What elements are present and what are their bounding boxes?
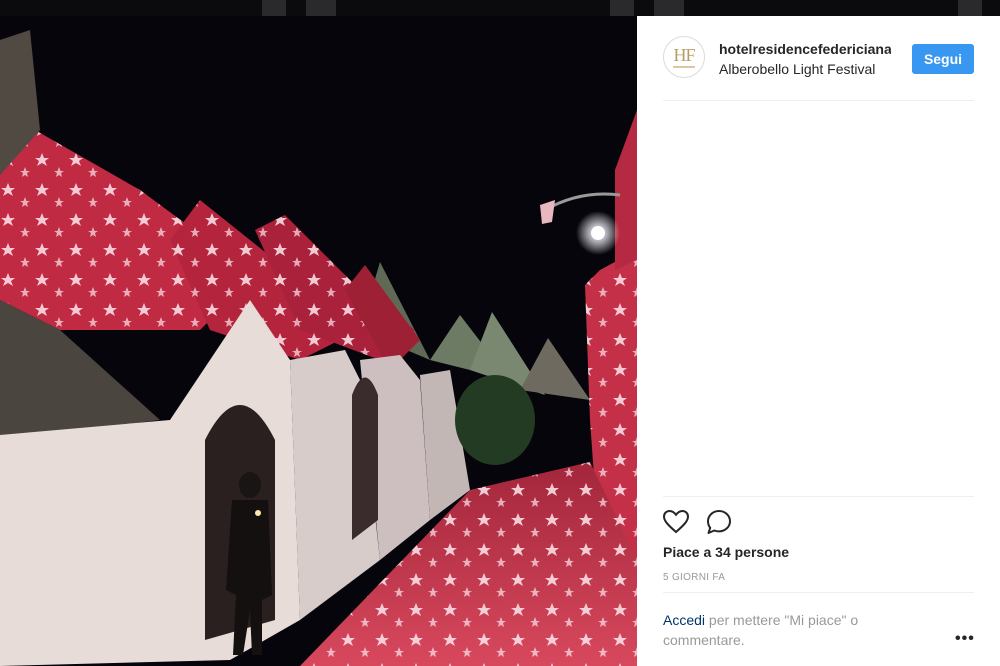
comments-divider xyxy=(663,496,974,497)
top-strip xyxy=(0,0,1000,16)
login-link[interactable]: Accedi xyxy=(663,612,705,628)
post-side-panel: HF hotelresidencefedericiana Alberobello… xyxy=(637,16,1000,666)
username-link[interactable]: hotelresidencefedericiana xyxy=(719,41,891,57)
avatar-monogram: HF xyxy=(673,45,695,65)
top-strip-glyph xyxy=(610,0,634,16)
likes-count[interactable]: Piace a 34 persone xyxy=(663,544,789,560)
login-prompt: Accedi per mettere "Mi piace" o commenta… xyxy=(663,610,923,650)
top-strip-glyph xyxy=(654,0,684,16)
post-photo[interactable] xyxy=(0,0,637,666)
follow-button[interactable]: Segui xyxy=(912,44,974,74)
login-divider xyxy=(663,592,974,593)
location-link[interactable]: Alberobello Light Festival xyxy=(719,61,891,77)
header-divider xyxy=(663,100,974,101)
top-strip-glyph xyxy=(262,0,286,16)
comment-bubble-icon[interactable] xyxy=(705,508,733,536)
more-options-button[interactable]: ••• xyxy=(955,630,975,648)
top-strip-glyph xyxy=(306,0,336,16)
post-timestamp[interactable]: 5 GIORNI FA xyxy=(663,572,725,583)
heart-outline-icon[interactable] xyxy=(662,508,690,536)
avatar[interactable]: HF xyxy=(663,36,705,78)
avatar-underline xyxy=(673,66,695,68)
top-strip-glyph xyxy=(958,0,982,16)
